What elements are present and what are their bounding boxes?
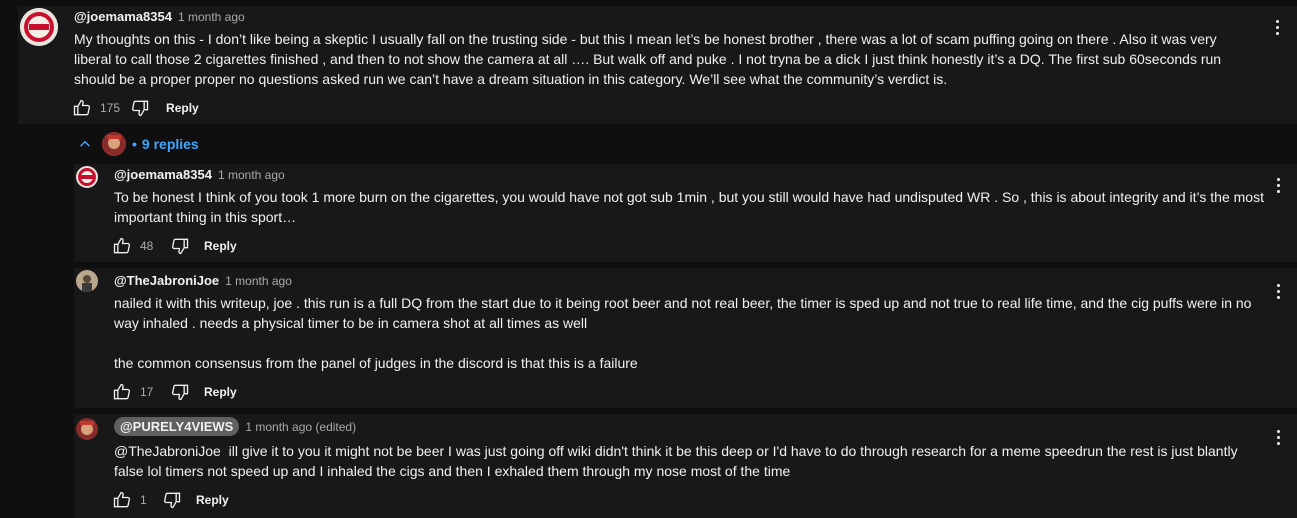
thumbs-down-icon xyxy=(163,492,181,509)
thumbs-down-icon xyxy=(171,384,189,401)
more-vert-icon[interactable] xyxy=(1275,178,1281,196)
author-name[interactable]: @joemama8354 xyxy=(114,167,212,182)
more-vert-icon[interactable] xyxy=(1274,20,1280,38)
author-name[interactable]: @TheJabroniJoe xyxy=(114,273,219,288)
comment-header: @TheJabroniJoe 1 month ago xyxy=(114,273,292,288)
timestamp[interactable]: 1 month ago xyxy=(225,274,292,288)
thumbs-up-icon xyxy=(113,491,131,508)
avatar[interactable] xyxy=(20,8,58,46)
dislike-button[interactable] xyxy=(162,490,182,510)
reply-comment: @joemama8354 1 month ago To be honest I … xyxy=(74,164,1297,262)
reply-button[interactable]: Reply xyxy=(204,239,237,253)
stella-logo-avatar xyxy=(20,8,58,46)
like-button[interactable] xyxy=(112,236,132,256)
replies-count[interactable]: 9 replies xyxy=(142,136,199,152)
more-vert-icon[interactable] xyxy=(1275,284,1281,302)
dislike-button[interactable] xyxy=(170,236,190,256)
avatar[interactable] xyxy=(76,270,98,292)
comment-thread: @joemama8354 1 month ago My thoughts on … xyxy=(18,6,1297,124)
mention-link[interactable]: @TheJabroniJoe xyxy=(114,443,221,459)
reply-button[interactable]: Reply xyxy=(204,385,237,399)
reply-button[interactable]: Reply xyxy=(166,101,199,115)
thumbs-up-icon xyxy=(113,237,131,254)
comment-text: @TheJabroniJoe ill give it to you it mig… xyxy=(114,441,1264,481)
thumbs-up-icon xyxy=(113,383,131,400)
comment-header: @joemama8354 1 month ago xyxy=(114,167,285,182)
avatar[interactable] xyxy=(76,418,98,440)
author-name[interactable]: @joemama8354 xyxy=(74,9,172,24)
comment-text: nailed it with this writeup, joe . this … xyxy=(114,295,1252,331)
comment-actions: 175 Reply xyxy=(72,98,199,118)
stella-logo-avatar xyxy=(76,166,98,188)
comment-actions: 17 Reply xyxy=(112,382,237,402)
thumbs-down-icon xyxy=(132,100,149,117)
comment-body: ill give it to you it might not be beer … xyxy=(114,443,1238,479)
face-avatar-icon xyxy=(102,132,126,156)
separator-dot: • xyxy=(132,136,137,152)
comment-header: @PURELY4VIEWS 1 month ago (edited) xyxy=(114,417,356,436)
person-avatar-icon xyxy=(76,270,98,292)
comment-actions: 1 Reply xyxy=(112,490,229,510)
thumbs-down-icon xyxy=(171,238,189,255)
comment-text-paragraph: the common consensus from the panel of j… xyxy=(114,355,638,371)
avatar[interactable] xyxy=(76,166,98,188)
chevron-up-icon xyxy=(79,140,91,147)
like-button[interactable] xyxy=(112,382,132,402)
author-name[interactable]: @PURELY4VIEWS xyxy=(114,417,240,436)
like-count: 1 xyxy=(140,493,147,507)
comment-text: My thoughts on this - I don’t like being… xyxy=(74,31,1222,87)
timestamp[interactable]: 1 month ago xyxy=(178,10,245,24)
like-button[interactable] xyxy=(72,98,92,118)
timestamp[interactable]: 1 month ago (edited) xyxy=(245,420,356,434)
like-button[interactable] xyxy=(112,490,132,510)
like-count: 175 xyxy=(100,101,121,115)
like-count: 17 xyxy=(140,385,154,399)
reply-comment: @PURELY4VIEWS 1 month ago (edited) @TheJ… xyxy=(74,414,1297,518)
thumbs-up-icon xyxy=(73,99,91,116)
replies-toggle[interactable]: • 9 replies xyxy=(76,132,199,156)
dislike-button[interactable] xyxy=(170,382,190,402)
like-count: 48 xyxy=(140,239,154,253)
reply-comment: @TheJabroniJoe 1 month ago nailed it wit… xyxy=(74,268,1297,408)
timestamp[interactable]: 1 month ago xyxy=(218,168,285,182)
comment-text: To be honest I think of you took 1 more … xyxy=(114,189,1264,225)
face-avatar-icon xyxy=(76,418,98,440)
comment-actions: 48 Reply xyxy=(112,236,237,256)
comment-header: @joemama8354 1 month ago xyxy=(74,9,245,24)
dislike-button[interactable] xyxy=(130,98,150,118)
replier-avatar xyxy=(102,132,126,156)
reply-button[interactable]: Reply xyxy=(196,493,229,507)
more-vert-icon[interactable] xyxy=(1275,430,1281,448)
